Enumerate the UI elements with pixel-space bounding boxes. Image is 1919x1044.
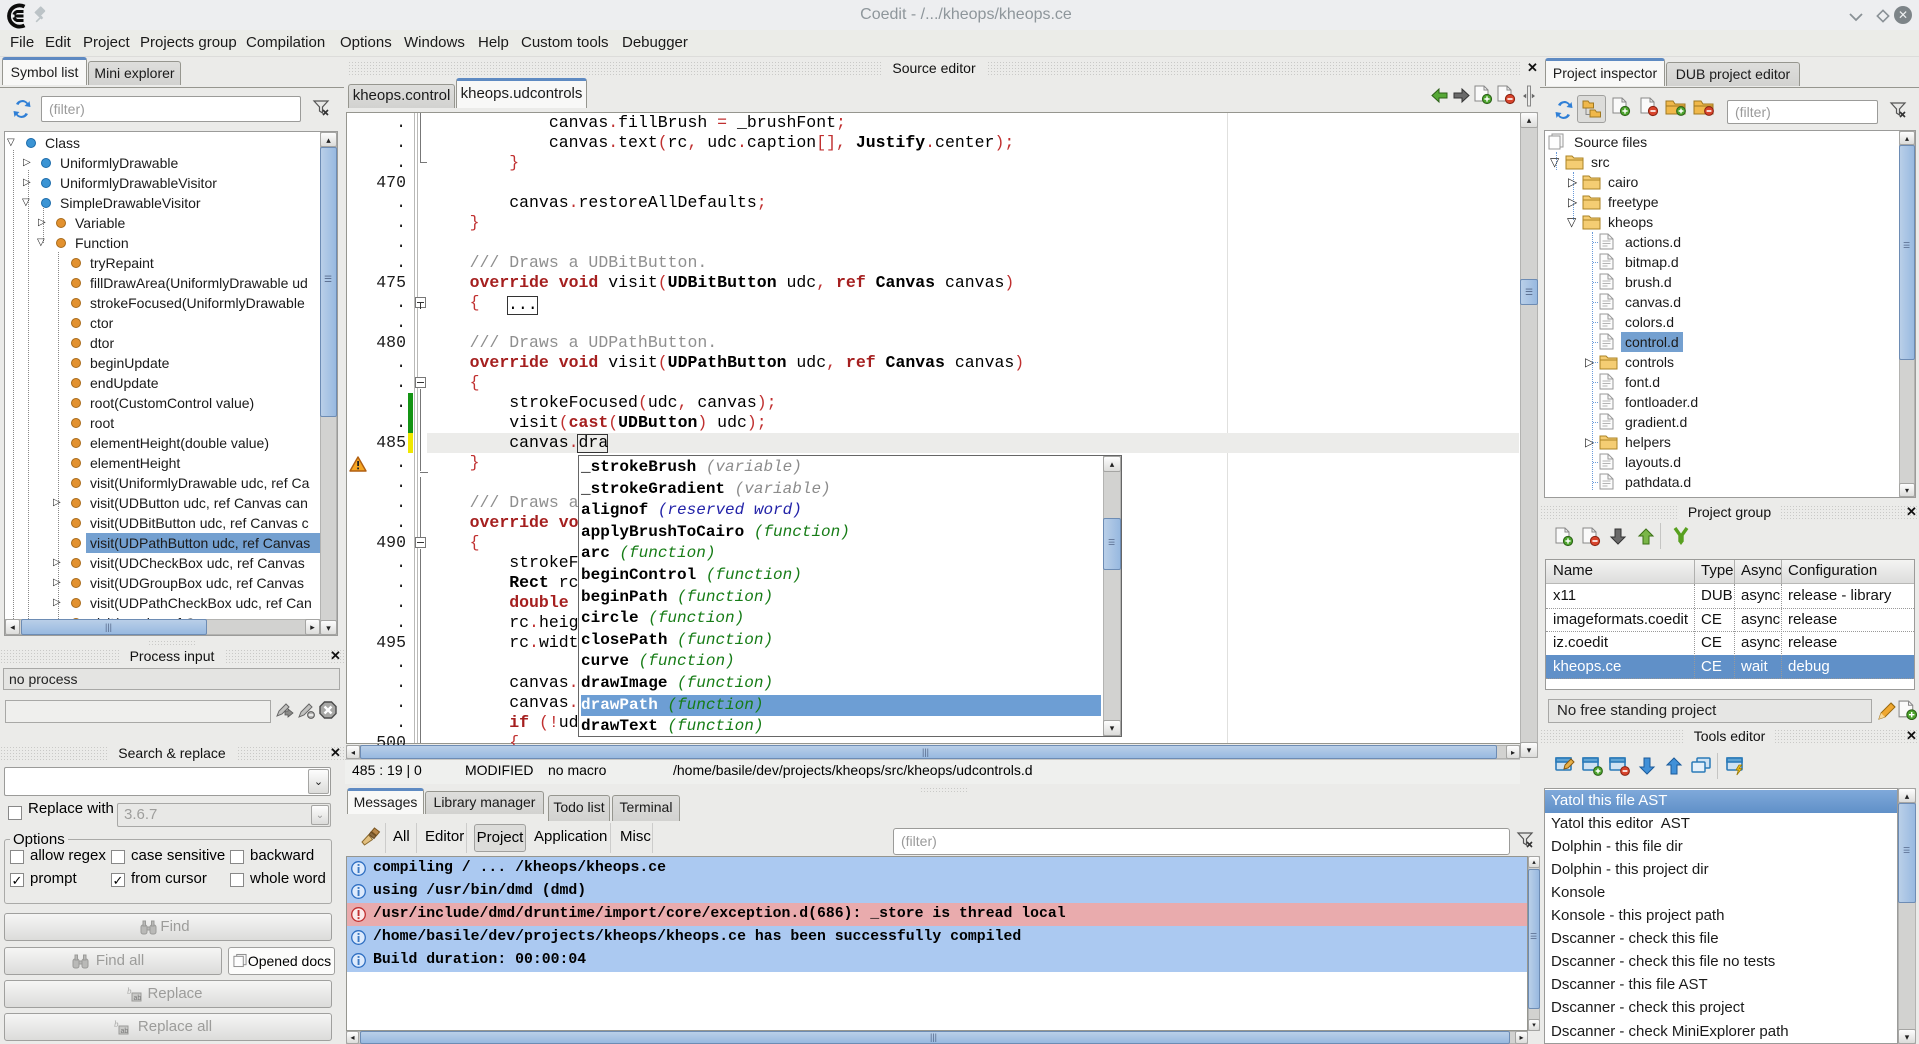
svg-text:b: b bbox=[114, 1019, 119, 1029]
svg-text:b: b bbox=[127, 986, 132, 996]
svg-text:ab: ab bbox=[121, 1028, 129, 1035]
svg-text:ab: ab bbox=[134, 995, 142, 1002]
